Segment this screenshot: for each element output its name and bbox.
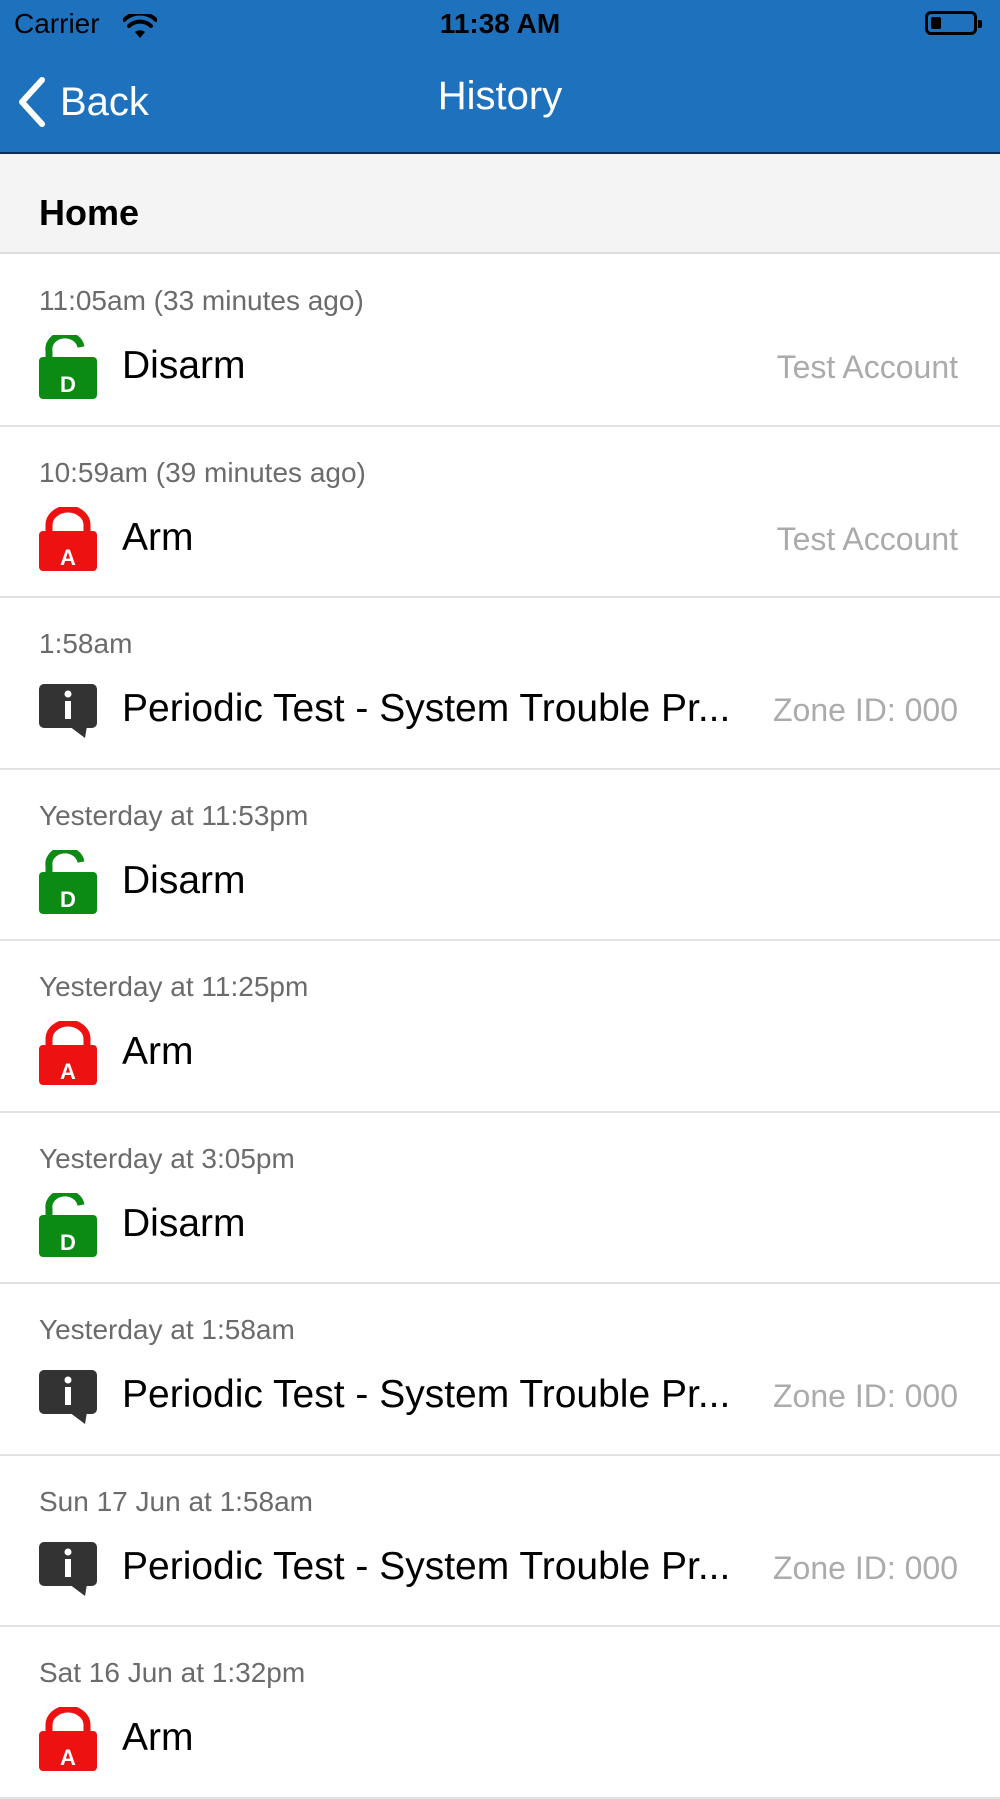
info-icon [39,1536,97,1600]
event-time: 11:05am (33 minutes ago) [39,285,364,316]
event-label: Periodic Test - System Trouble Pr... [122,687,731,730]
section-header: Home [0,154,1000,254]
event-time: Yesterday at 1:58am [39,1314,295,1345]
event-label: Arm [122,515,194,559]
event-detail: Test Account [776,349,958,385]
info-icon [39,678,97,742]
arm-lock-icon [39,507,97,571]
history-row[interactable]: Yesterday at 3:05pm Disarm [0,1112,1000,1284]
event-label: Disarm [122,858,246,902]
arm-lock-icon [39,1707,97,1771]
arm-lock-icon [39,1021,97,1085]
page-title: History [437,74,563,118]
disarm-lock-icon [39,1193,97,1257]
event-label: Periodic Test - System Trouble Pr... [122,1544,731,1588]
history-row[interactable]: 11:05am (33 minutes ago) Disarm Test Accou… [0,255,1000,427]
history-row[interactable]: Yesterday at 11:53pm Disarm [0,769,1000,941]
event-detail: Zone ID: 000 [773,692,958,728]
disarm-lock-icon [39,335,97,399]
disarm-lock-icon [39,850,97,914]
event-label: Periodic Test - System Trouble Pr... [122,1373,731,1416]
history-list: 11:05am (33 minutes ago) Disarm Test Accou… [0,255,1000,1799]
event-time: Sun 17 Jun at 1:58am [39,1485,313,1517]
section-title: Home [39,192,140,233]
history-row[interactable]: 10:59am (39 minutes ago) Arm Test Account [0,426,1000,598]
event-label: Disarm [122,344,246,387]
event-time: Yesterday at 11:25pm [39,971,309,1002]
info-icon [39,1364,97,1428]
navigation-bar: Carrier 11:38 AM Back History [0,0,1000,154]
event-time: Yesterday at 3:05pm [39,1142,295,1174]
event-label: Arm [122,1716,194,1759]
history-row[interactable]: Sun 17 Jun at 1:58am Periodic Test - Syst… [0,1455,1000,1627]
event-detail: Test Account [776,520,958,557]
history-row[interactable]: Yesterday at 1:58am Periodic Test - Syste… [0,1284,1000,1456]
event-detail: Zone ID: 000 [773,1549,958,1586]
event-time: Yesterday at 11:53pm [39,799,309,831]
history-row[interactable]: 1:58am Periodic Test - System Trouble Pr.… [0,598,1000,770]
event-label: Disarm [122,1201,246,1245]
event-time: 1:58am [39,628,133,659]
history-row[interactable]: Sat 16 Jun at 1:32pm Arm [0,1627,1000,1799]
event-time: 10:59am (39 minutes ago) [39,456,366,488]
battery-icon [925,11,982,35]
history-row[interactable]: Yesterday at 11:25pm Arm [0,941,1000,1113]
event-time: Sat 16 Jun at 1:32pm [39,1657,306,1688]
event-detail: Zone ID: 000 [773,1378,958,1414]
event-label: Arm [122,1030,194,1073]
status-time: 11:38 AM [439,8,561,39]
